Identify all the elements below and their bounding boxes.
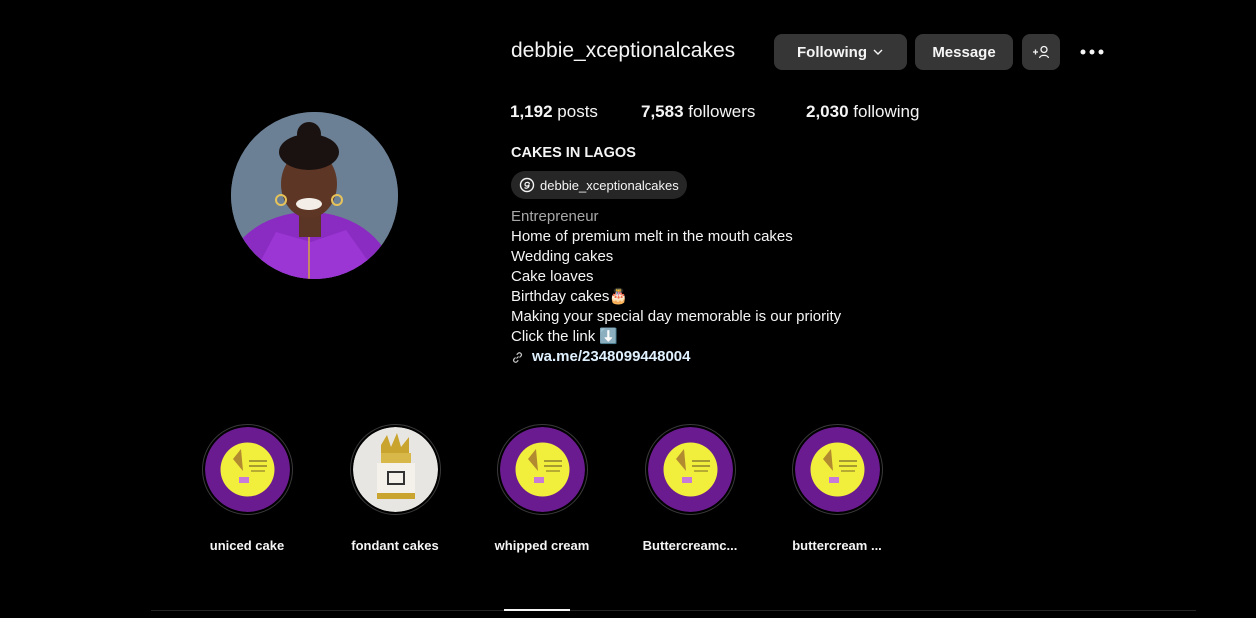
highlight-label: buttercream ... bbox=[792, 538, 882, 553]
profile-bio: Entrepreneur Home of premium melt in the… bbox=[511, 207, 841, 367]
highlight-cover bbox=[647, 427, 733, 512]
bio-line: Making your special day memorable is our… bbox=[511, 308, 842, 325]
profile-username: debbie_xceptionalcakes bbox=[511, 39, 736, 62]
chevron-down-icon bbox=[873, 49, 883, 55]
highlight-item[interactable]: fondant cakes bbox=[320, 424, 470, 553]
brand-logo-image bbox=[647, 427, 733, 512]
posts-stat: 1,192 posts bbox=[510, 102, 598, 122]
profile-name: CAKES IN LAGOS bbox=[511, 145, 636, 161]
highlight-cover bbox=[204, 427, 290, 512]
brand-logo-image bbox=[499, 427, 585, 512]
highlight-ring bbox=[201, 424, 293, 515]
followers-stat[interactable]: 7,583 followers bbox=[641, 102, 755, 122]
following-stat[interactable]: 2,030 following bbox=[806, 102, 919, 122]
following-button[interactable]: Following bbox=[774, 34, 907, 70]
link-icon bbox=[513, 351, 522, 363]
following-button-label: Following bbox=[797, 43, 867, 61]
tabs-divider bbox=[151, 610, 1196, 611]
bio-line: Home of premium melt in the mouth cakes bbox=[511, 228, 793, 245]
highlight-cover bbox=[352, 427, 438, 512]
highlight-ring bbox=[791, 424, 883, 515]
brand-logo-image bbox=[204, 427, 290, 512]
highlight-ring bbox=[349, 424, 441, 515]
bio-line: Cake loaves bbox=[511, 268, 594, 285]
highlight-cover bbox=[794, 427, 880, 512]
suggested-users-button[interactable] bbox=[1022, 34, 1060, 70]
posts-label: posts bbox=[557, 102, 598, 121]
more-options-icon bbox=[1080, 49, 1104, 55]
highlight-item[interactable]: buttercream ... bbox=[762, 424, 912, 553]
highlight-item[interactable]: uniced cake bbox=[172, 424, 322, 553]
add-user-icon bbox=[1033, 45, 1050, 59]
followers-label: followers bbox=[688, 102, 756, 121]
profile-avatar[interactable] bbox=[231, 112, 398, 279]
highlight-item[interactable]: Buttercreamc... bbox=[615, 424, 765, 553]
bio-category: Entrepreneur bbox=[511, 208, 599, 225]
bio-line: Wedding cakes bbox=[511, 248, 614, 265]
bio-link[interactable]: wa.me/2348099448004 bbox=[511, 347, 841, 367]
bio-link-text: wa.me/2348099448004 bbox=[532, 348, 691, 365]
bio-line: Birthday cakes🎂 bbox=[511, 288, 629, 305]
threads-badge[interactable]: debbie_xceptionalcakes bbox=[511, 171, 687, 199]
active-tab-indicator bbox=[504, 609, 570, 611]
highlight-label: fondant cakes bbox=[351, 538, 439, 553]
highlight-label: uniced cake bbox=[209, 538, 285, 553]
brand-logo-image bbox=[794, 427, 880, 512]
fondant-cake-image bbox=[352, 427, 438, 512]
followers-count: 7,583 bbox=[641, 102, 684, 121]
highlight-label: Buttercreamc... bbox=[642, 538, 738, 553]
following-label: following bbox=[853, 102, 920, 121]
posts-count: 1,192 bbox=[510, 102, 553, 121]
following-count: 2,030 bbox=[806, 102, 849, 121]
threads-icon bbox=[519, 177, 535, 193]
highlight-ring bbox=[644, 424, 736, 515]
more-options-button[interactable] bbox=[1078, 40, 1106, 64]
bio-line: Click the link ⬇️ bbox=[511, 328, 619, 345]
threads-handle: debbie_xceptionalcakes bbox=[540, 177, 679, 193]
message-button[interactable]: Message bbox=[915, 34, 1013, 70]
highlight-item[interactable]: whipped cream bbox=[467, 424, 617, 553]
highlight-cover bbox=[499, 427, 585, 512]
highlight-ring bbox=[496, 424, 588, 515]
avatar-photo bbox=[231, 112, 398, 279]
highlight-label: whipped cream bbox=[494, 538, 590, 553]
